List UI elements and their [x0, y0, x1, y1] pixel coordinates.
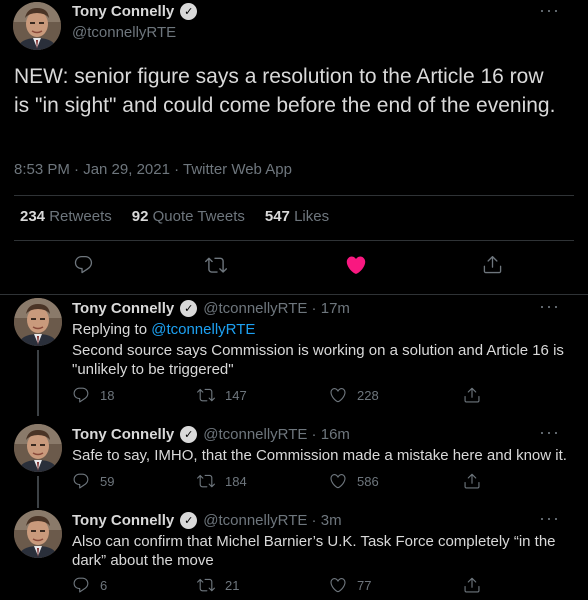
reply-button[interactable]: 6: [72, 576, 107, 594]
tweet-text: NEW: senior figure says a resolution to …: [14, 65, 556, 117]
reply-button[interactable]: [73, 254, 94, 275]
avatar[interactable]: [14, 298, 62, 346]
retweet-icon: [197, 472, 215, 490]
reply-count: 59: [100, 473, 115, 489]
retweet-icon: [197, 386, 215, 404]
avatar[interactable]: [13, 2, 61, 50]
heart-icon: [329, 472, 347, 490]
reply-tweet[interactable]: Tony Connelly ✓ @tconnellyRTE · 17m ··· …: [0, 296, 588, 416]
more-options-icon[interactable]: ···: [539, 296, 560, 317]
reply-tweet[interactable]: Tony Connelly ✓ @tconnellyRTE · 16m ··· …: [0, 422, 588, 508]
handle-time[interactable]: @tconnellyRTE · 16m: [203, 426, 350, 443]
retweets-stat[interactable]: 234 Retweets: [20, 208, 112, 225]
tweet-text: Second source says Commission is working…: [72, 342, 564, 378]
reply-icon: [72, 472, 90, 490]
reply-button[interactable]: 59: [72, 472, 114, 490]
more-options-icon[interactable]: ···: [539, 422, 560, 443]
share-button[interactable]: [463, 386, 481, 404]
more-options-icon[interactable]: ···: [539, 508, 560, 529]
reply-icon: [72, 576, 90, 594]
heart-icon: [329, 576, 347, 594]
tweet-text: Also can confirm that Michel Barnier’s U…: [72, 533, 556, 569]
like-button[interactable]: 77: [329, 576, 371, 594]
replying-to: Replying to @tconnellyRTE: [72, 321, 256, 338]
share-icon: [482, 254, 503, 275]
verified-icon: ✓: [180, 512, 198, 529]
retweet-icon: [197, 576, 215, 594]
main-tweet: Tony Connelly ✓ @tconnellyRTE ··· NEW: s…: [0, 0, 588, 295]
avatar[interactable]: [14, 424, 62, 472]
handle-time[interactable]: @tconnellyRTE · 17m: [203, 300, 350, 317]
share-button[interactable]: [463, 576, 481, 594]
author-row: Tony Connelly ✓ @tconnellyRTE · 17m: [72, 300, 350, 317]
verified-icon: ✓: [180, 300, 198, 317]
retweet-button[interactable]: 147: [197, 386, 247, 404]
retweet-count: 184: [225, 473, 247, 489]
verified-icon: ✓: [180, 426, 198, 443]
thread-line: [37, 350, 39, 416]
divider: [14, 240, 574, 241]
share-icon: [463, 576, 481, 594]
more-options-icon[interactable]: ···: [539, 0, 560, 21]
heart-icon: [329, 386, 347, 404]
quote-tweets-stat[interactable]: 92 Quote Tweets: [132, 208, 245, 225]
author-row: Tony Connelly ✓ @tconnellyRTE · 3m: [72, 512, 342, 529]
reply-button[interactable]: 18: [72, 386, 114, 404]
like-button[interactable]: 228: [329, 386, 379, 404]
share-button[interactable]: [482, 254, 503, 275]
retweet-count: 21: [225, 577, 240, 593]
author-name[interactable]: Tony Connelly: [72, 3, 174, 20]
retweet-icon: [205, 254, 227, 276]
author-row: Tony Connelly ✓ @tconnellyRTE · 16m: [72, 426, 350, 443]
like-button[interactable]: 586: [329, 472, 379, 490]
tweet-text: Safe to say, IMHO, that the Commission m…: [72, 447, 567, 464]
author-handle[interactable]: @tconnellyRTE: [72, 24, 176, 41]
tweet-meta[interactable]: 8:53 PM · Jan 29, 2021 · Twitter Web App: [14, 161, 292, 178]
author-name[interactable]: Tony Connelly: [72, 512, 174, 529]
share-button[interactable]: [463, 472, 481, 490]
retweet-button[interactable]: 21: [197, 576, 239, 594]
avatar[interactable]: [14, 510, 62, 558]
reply-tweet[interactable]: Tony Connelly ✓ @tconnellyRTE · 3m ··· A…: [0, 508, 588, 600]
author-name[interactable]: Tony Connelly: [72, 426, 174, 443]
heart-icon: [345, 254, 367, 276]
reply-icon: [73, 254, 94, 275]
retweet-button[interactable]: [205, 254, 227, 276]
like-count: 77: [357, 577, 372, 593]
share-icon: [463, 472, 481, 490]
author-row: Tony Connelly ✓: [72, 3, 198, 20]
divider: [14, 195, 574, 196]
retweet-count: 147: [225, 387, 247, 403]
like-count: 586: [357, 473, 379, 489]
verified-icon: ✓: [180, 3, 198, 20]
thread-line: [37, 476, 39, 508]
reply-count: 6: [100, 577, 108, 593]
replying-to-link[interactable]: @tconnellyRTE: [151, 321, 255, 338]
handle-time[interactable]: @tconnellyRTE · 3m: [203, 512, 341, 529]
share-icon: [463, 386, 481, 404]
reply-icon: [72, 386, 90, 404]
like-count: 228: [357, 387, 379, 403]
author-name[interactable]: Tony Connelly: [72, 300, 174, 317]
retweet-button[interactable]: 184: [197, 472, 247, 490]
reply-count: 18: [100, 387, 115, 403]
tweet-stats: 234 Retweets 92 Quote Tweets 547 Likes: [20, 208, 329, 225]
like-button[interactable]: [345, 254, 367, 276]
likes-stat[interactable]: 547 Likes: [265, 208, 329, 225]
